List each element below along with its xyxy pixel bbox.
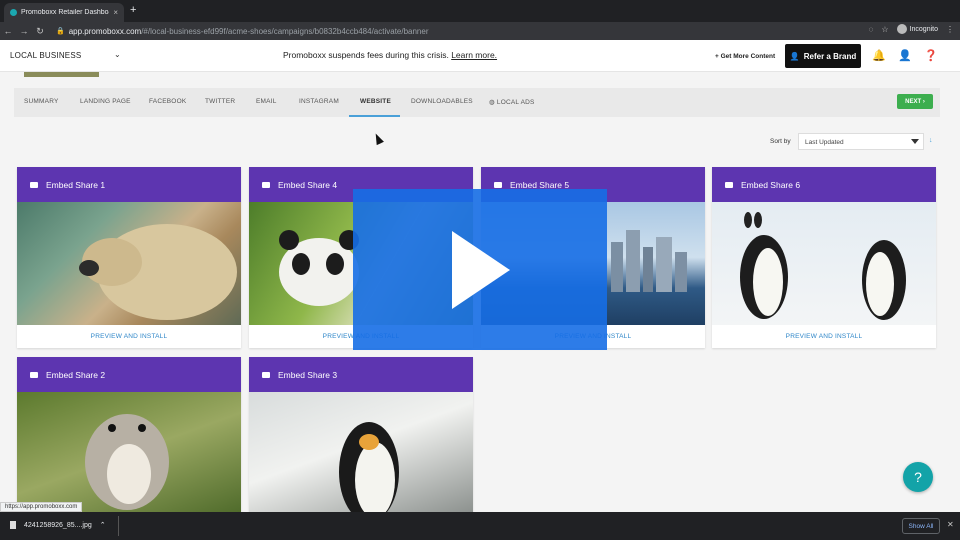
- campaign-thumbnail: [24, 72, 99, 77]
- card-title: Embed Share 2: [46, 369, 106, 380]
- active-tab-indicator: [349, 115, 400, 117]
- menu-dots-icon[interactable]: ⋮: [946, 25, 954, 34]
- incognito-indicator[interactable]: Incognito: [896, 24, 938, 34]
- back-icon[interactable]: ←: [0, 26, 16, 36]
- show-all-button[interactable]: Show All: [902, 518, 940, 534]
- browser-controls: ◌ ☆ Incognito ⋮: [869, 24, 954, 34]
- favicon-icon: [10, 9, 17, 16]
- reload-icon[interactable]: ↻: [32, 26, 48, 37]
- embed-card: Embed Share 2: [17, 357, 241, 515]
- star-icon[interactable]: ☆: [881, 25, 888, 34]
- download-filename: 4241258926_85....jpg: [24, 521, 92, 529]
- get-more-content-link[interactable]: + Get More Content: [715, 53, 775, 60]
- user-icon[interactable]: 👤: [898, 49, 912, 62]
- image-icon: [30, 371, 38, 378]
- image-icon: [725, 181, 733, 188]
- help-book-icon[interactable]: ❓: [924, 49, 938, 62]
- card-image: [712, 202, 936, 325]
- browser-tab[interactable]: Promoboxx Retailer Dashboard ×: [4, 3, 124, 22]
- card-header: Embed Share 6: [712, 167, 936, 202]
- lock-icon: 🔒: [56, 28, 65, 35]
- preview-install-link[interactable]: PREVIEW AND INSTALL: [712, 325, 936, 348]
- app-header: LOCAL BUSINESS ⌄ Promoboxx suspends fees…: [0, 40, 960, 72]
- tab-local-ads[interactable]: ◍ LOCAL ADS: [489, 98, 535, 106]
- sort-value: Last Updated: [805, 139, 844, 146]
- preview-install-link[interactable]: PREVIEW AND INSTALL: [17, 325, 241, 348]
- channel-tabs: SUMMARY LANDING PAGE FACEBOOK TWITTER EM…: [14, 88, 940, 117]
- embed-card: Embed Share 3: [249, 357, 473, 515]
- penguin-rock-illustration: [339, 422, 399, 515]
- card-image: [249, 392, 473, 515]
- crisis-notice: Promoboxx suspends fees during this cris…: [283, 50, 497, 60]
- sort-direction-icon[interactable]: ↓: [929, 137, 933, 144]
- tab-downloadables[interactable]: DOWNLOADABLES: [411, 98, 473, 105]
- tab-landing-page[interactable]: LANDING PAGE: [80, 98, 131, 105]
- eye-off-icon[interactable]: ◌: [869, 25, 874, 34]
- incognito-label: Incognito: [909, 25, 938, 33]
- new-tab-icon[interactable]: +: [130, 4, 136, 16]
- mouse-cursor-icon: [372, 131, 384, 146]
- sort-label: Sort by: [770, 138, 791, 145]
- tab-local-ads-label: LOCAL ADS: [496, 99, 535, 106]
- card-title: Embed Share 6: [741, 179, 801, 190]
- download-divider: [118, 516, 119, 536]
- caret-down-icon: [911, 139, 919, 144]
- tab-facebook[interactable]: FACEBOOK: [149, 98, 186, 105]
- embed-card: Embed Share 1 PREVIEW AND INSTALL: [17, 167, 241, 348]
- refer-brand-label: Refer a Brand: [803, 51, 857, 61]
- card-title: Embed Share 4: [278, 179, 338, 190]
- tab-twitter[interactable]: TWITTER: [205, 98, 235, 105]
- close-icon[interactable]: ✕: [947, 520, 954, 529]
- download-item[interactable]: 4241258926_85....jpg ⌃: [10, 521, 106, 529]
- image-icon: [494, 181, 502, 188]
- url-field[interactable]: 🔒 app.promoboxx.com /#/local-business-ef…: [56, 25, 866, 37]
- sort-select[interactable]: Last Updated: [798, 133, 924, 150]
- incognito-avatar-icon: [896, 24, 907, 34]
- play-icon[interactable]: [452, 231, 510, 309]
- refer-brand-button[interactable]: 👤 Refer a Brand: [785, 44, 861, 68]
- squirrel-illustration: [85, 414, 169, 510]
- card-image: [17, 202, 241, 325]
- card-image: [17, 392, 241, 515]
- status-url: https://app.promoboxx.com: [0, 502, 83, 512]
- url-host: app.promoboxx.com: [68, 26, 142, 36]
- image-icon: [262, 181, 270, 188]
- penguins-illustration: [740, 212, 906, 320]
- image-icon: [262, 371, 270, 378]
- browser-tab-bar: Promoboxx Retailer Dashboard × +: [0, 0, 960, 22]
- tab-close-icon[interactable]: ×: [113, 8, 118, 17]
- chevron-down-icon[interactable]: ⌄: [114, 50, 121, 59]
- bear-illustration: [79, 224, 237, 320]
- chevron-up-icon[interactable]: ⌃: [100, 521, 106, 529]
- local-ads-icon: ◍: [489, 99, 497, 106]
- card-header: Embed Share 3: [249, 357, 473, 392]
- tab-summary[interactable]: SUMMARY: [24, 98, 59, 105]
- image-icon: [30, 181, 38, 188]
- card-header: Embed Share 1: [17, 167, 241, 202]
- address-bar: ← → ↻ 🔒 app.promoboxx.com /#/local-busin…: [0, 22, 960, 40]
- card-header: Embed Share 2: [17, 357, 241, 392]
- url-path: /#/local-business-efd99f/acme-shoes/camp…: [141, 26, 429, 36]
- forward-icon[interactable]: →: [16, 26, 32, 36]
- file-icon: [10, 521, 16, 529]
- card-title: Embed Share 5: [510, 179, 570, 190]
- video-overlay[interactable]: [353, 189, 607, 350]
- download-bar: 4241258926_85....jpg ⌃ Show All ✕: [0, 512, 960, 540]
- tab-website[interactable]: WEBSITE: [360, 98, 391, 105]
- business-selector[interactable]: LOCAL BUSINESS: [10, 51, 81, 60]
- tab-instagram[interactable]: INSTAGRAM: [299, 98, 339, 105]
- card-title: Embed Share 1: [46, 179, 106, 190]
- bell-icon[interactable]: 🔔: [872, 49, 886, 62]
- embed-card: Embed Share 6 PREVIEW AND INSTALL: [712, 167, 936, 348]
- add-person-icon: 👤: [789, 51, 800, 61]
- next-button[interactable]: NEXT ›: [897, 94, 933, 109]
- help-button[interactable]: ?: [903, 462, 933, 492]
- tab-title: Promoboxx Retailer Dashboard: [21, 9, 110, 16]
- learn-more-link[interactable]: Learn more.: [451, 50, 497, 60]
- notice-text: Promoboxx suspends fees during this cris…: [283, 50, 449, 60]
- card-title: Embed Share 3: [278, 369, 338, 380]
- tab-email[interactable]: EMAIL: [256, 98, 277, 105]
